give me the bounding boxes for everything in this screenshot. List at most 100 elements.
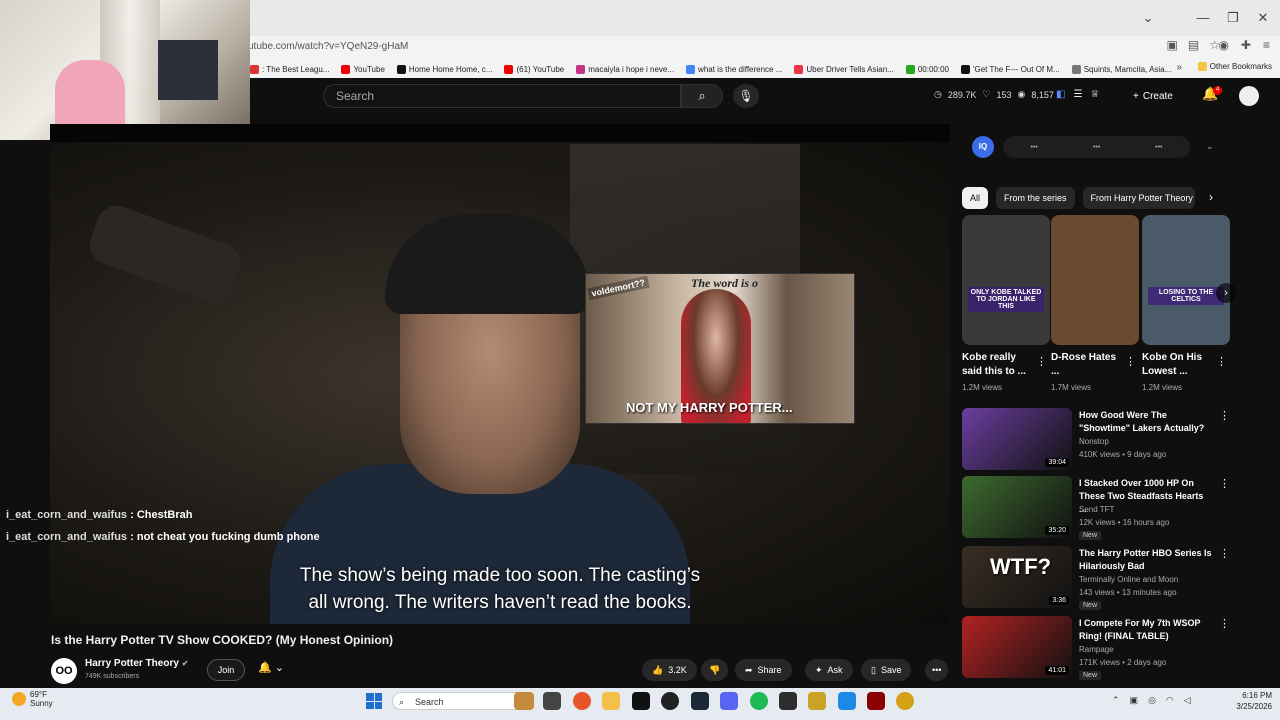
video-title-link[interactable]: The Harry Potter HBO Series Is Hilarious… — [1079, 547, 1213, 573]
save-button[interactable]: ▯ Save — [861, 659, 912, 681]
share-button[interactable]: ➦ Share — [735, 659, 792, 681]
iq-item[interactable]: ••• — [1093, 144, 1100, 151]
chip-all[interactable]: All — [962, 187, 989, 209]
video-thumbnail[interactable]: 35:20 — [962, 476, 1072, 538]
video-thumbnail[interactable]: 41:01 — [962, 616, 1072, 678]
more-options-icon[interactable]: ⋮ — [1219, 477, 1230, 490]
address-bar[interactable]: utube.com/watch?v=YQeN29-gHaM — [248, 38, 1280, 58]
ask-button[interactable]: ✦ Ask — [805, 659, 853, 681]
tab-list-icon[interactable]: ⌄ — [1133, 8, 1163, 28]
taskbar-search[interactable]: ⌕ Search — [392, 692, 534, 710]
other-bookmarks[interactable]: Other Bookmarks — [1197, 62, 1272, 71]
chevron-right-icon[interactable]: › — [1209, 190, 1213, 204]
account-avatar[interactable] — [1239, 86, 1259, 106]
channel-name[interactable]: Harry Potter Theory ✔ — [85, 658, 188, 669]
maximize-button[interactable]: ❐ — [1218, 8, 1248, 28]
bookmark-item[interactable]: (61) YouTube — [504, 64, 564, 74]
minimize-button[interactable]: — — [1188, 8, 1218, 28]
search-input[interactable]: Search — [323, 84, 681, 108]
iq-item[interactable]: ••• — [1155, 144, 1162, 151]
short-thumbnail[interactable]: LOSING TO THE CELTICS — [1142, 215, 1230, 345]
obs-icon[interactable] — [661, 692, 679, 710]
widget-icon[interactable] — [514, 692, 534, 710]
screenshot-icon[interactable]: ▣ — [1167, 38, 1178, 52]
menu-icon[interactable]: ≡ — [1263, 38, 1270, 52]
file-explorer-icon[interactable] — [602, 692, 620, 710]
bookmark-item[interactable]: 'Get The F--- Out Of M... — [960, 64, 1060, 74]
firefox-icon[interactable] — [573, 692, 591, 710]
bookmark-item[interactable]: Home Home Home, c... — [396, 64, 492, 74]
more-options-icon[interactable]: ⋮ — [1125, 355, 1136, 368]
channel-name[interactable]: Rampage — [1079, 645, 1114, 654]
bookmark-item[interactable]: : The Best Leagu... — [250, 64, 329, 74]
bookmarks-overflow-icon[interactable]: » — [1176, 62, 1182, 73]
dislike-button[interactable]: 👎 — [701, 659, 729, 681]
speaker-icon[interactable]: ◁ — [1184, 695, 1191, 706]
bookmark-item[interactable]: YouTube — [341, 64, 385, 74]
video-thumbnail[interactable]: WTF? 3:36 — [962, 546, 1072, 608]
chevron-right-icon[interactable]: › — [1216, 283, 1236, 303]
more-options-icon[interactable]: ⋮ — [1216, 355, 1227, 368]
list-icon[interactable]: ☰ — [1073, 89, 1082, 100]
bookmark-item[interactable]: 00:00:00 — [905, 64, 949, 74]
tray-app-icon[interactable]: ◎ — [1148, 695, 1156, 706]
channel-avatar[interactable]: OO — [51, 658, 77, 684]
more-options-icon[interactable]: ⋮ — [1219, 547, 1230, 560]
chevron-down-icon[interactable]: ⌄ — [1206, 141, 1214, 152]
short-title[interactable]: Kobe really said this to ... — [962, 351, 1034, 379]
search-icon[interactable]: ⌕ — [681, 84, 723, 108]
chip-from-channel[interactable]: From Harry Potter Theory — [1082, 187, 1195, 209]
channel-name[interactable]: Terminally Online and Moon — [1079, 575, 1178, 584]
channel-name[interactable]: Nonstop — [1079, 437, 1109, 446]
more-options-icon[interactable]: ⋮ — [1219, 409, 1230, 422]
more-options-icon[interactable]: ⋮ — [1219, 617, 1230, 630]
iq-logo[interactable]: IQ — [972, 136, 994, 158]
iq-item[interactable]: ••• — [1030, 144, 1037, 151]
microphone-icon[interactable]: 🎙 — [733, 84, 759, 108]
chip-from-series[interactable]: From the series — [996, 187, 1075, 209]
bookmark-item[interactable]: what is the difference ... — [686, 64, 782, 74]
tray-app-icon[interactable]: ▣ — [1130, 695, 1139, 706]
short-title[interactable]: Kobe On His Lowest ... — [1142, 351, 1214, 379]
spotify-icon[interactable] — [750, 692, 768, 710]
app-icon[interactable] — [867, 692, 885, 710]
video-thumbnail[interactable]: 39:04 — [962, 408, 1072, 470]
windows-start-icon[interactable] — [366, 693, 382, 709]
close-window-button[interactable]: ✕ — [1248, 8, 1278, 28]
league-icon[interactable] — [808, 692, 826, 710]
video-inset-thumbnail: voldemort?? The word is o NOT MY HARRY P… — [585, 273, 855, 424]
create-button[interactable]: + Create — [1133, 86, 1173, 106]
stat-value: 153 — [996, 89, 1012, 100]
task-view-icon[interactable] — [543, 692, 561, 710]
game-icon[interactable] — [779, 692, 797, 710]
weather-widget[interactable]: 69°F Sunny — [12, 690, 53, 708]
more-options-icon[interactable]: ⋮ — [1036, 355, 1047, 368]
like-button[interactable]: 👍 3.2K — [642, 659, 697, 681]
bookmark-item[interactable]: Squints, Mamcita, Asia... — [1071, 64, 1171, 74]
reader-icon[interactable]: ▤ — [1188, 38, 1199, 52]
short-title[interactable]: D-Rose Hates ... — [1051, 351, 1123, 379]
more-actions-icon[interactable]: ••• — [925, 659, 949, 681]
subscribe-bell-icon[interactable]: 🔔 ⌄ — [258, 661, 284, 674]
edge-icon[interactable] — [838, 692, 856, 710]
capcut-icon[interactable] — [632, 692, 650, 710]
bookmark-item[interactable]: macaiyla i hope i neve... — [576, 64, 674, 74]
join-button[interactable]: Join — [207, 659, 245, 681]
bookmark-favicon-icon — [794, 64, 804, 74]
app-icon[interactable] — [896, 692, 914, 710]
video-title-link[interactable]: I Compete For My 7th WSOP Ring! (FINAL T… — [1079, 617, 1213, 643]
discord-icon[interactable] — [720, 692, 738, 710]
video-title-link[interactable]: How Good Were The "Showtime" Lakers Actu… — [1079, 409, 1213, 435]
steam-icon[interactable] — [691, 692, 709, 710]
short-thumbnail[interactable]: ONLY KOBE TALKED TO JORDAN LIKE THIS — [962, 215, 1050, 345]
bookmark-item[interactable]: Uber Driver Tells Asian... — [794, 64, 894, 74]
trophy-icon[interactable]: ♕ — [1090, 89, 1099, 100]
taskbar-clock[interactable]: 6:16 PM 3/25/2026 — [1230, 690, 1272, 712]
wifi-icon[interactable]: ◠ — [1166, 695, 1174, 706]
account-icon[interactable]: ◉ — [1218, 38, 1228, 52]
channel-name[interactable]: Send TFT — [1079, 505, 1114, 514]
chevron-up-icon[interactable]: ⌃ — [1112, 695, 1120, 706]
iq-extension-icon[interactable]: ◧ — [1056, 89, 1065, 100]
short-thumbnail[interactable] — [1051, 215, 1139, 345]
extensions-icon[interactable]: ✚ — [1241, 38, 1251, 52]
